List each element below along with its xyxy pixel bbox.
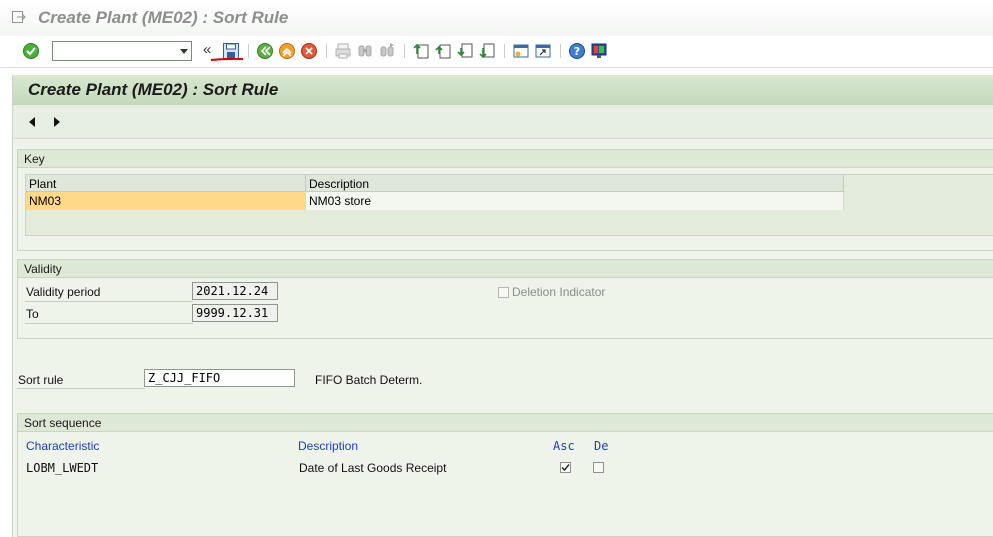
last-page-icon[interactable] [478, 42, 496, 60]
enter-icon[interactable] [22, 42, 40, 60]
key-group: Key Plant Description NM03 NM03 store [17, 149, 993, 251]
create-session-icon[interactable] [512, 42, 530, 60]
screen-title: Create Plant (ME02) : Sort Rule [28, 80, 279, 99]
exit-icon[interactable] [278, 42, 296, 60]
column-header-characteristic[interactable]: Characteristic [26, 439, 99, 453]
save-annotation-underline [210, 58, 244, 61]
toolbar-separator [560, 44, 561, 58]
description-cell[interactable]: NM03 store [306, 192, 844, 210]
toolbar-separator [404, 44, 405, 58]
chevron-down-icon[interactable] [180, 49, 188, 54]
validity-group-header: Validity [18, 260, 993, 278]
asc-checkbox[interactable] [560, 462, 571, 473]
cancel-icon[interactable] [300, 42, 318, 60]
find-icon[interactable] [356, 42, 374, 60]
screen-header: Create Plant (ME02) : Sort Rule [13, 75, 993, 105]
sort-rule-label: Sort rule [18, 373, 64, 387]
validity-period-label: Validity period [26, 285, 101, 299]
sort-sequence-group: Sort sequence Characteristic Description… [17, 413, 993, 537]
validity-group-title: Validity [24, 262, 62, 276]
column-header-description[interactable]: Description [298, 439, 358, 453]
sort-sequence-group-header: Sort sequence [18, 414, 993, 432]
navigation-row [13, 105, 993, 139]
plant-cell[interactable]: NM03 [26, 192, 306, 210]
column-header-desc[interactable]: De [594, 439, 608, 453]
column-header-asc[interactable]: Asc [553, 439, 575, 453]
back-icon[interactable] [256, 42, 274, 60]
characteristic-value[interactable]: LOBM_LWEDT [26, 461, 98, 475]
label-underline [17, 388, 145, 389]
standard-toolbar: « ? [0, 36, 993, 68]
label-underline [25, 301, 193, 302]
characteristic-description: Date of Last Goods Receipt [299, 461, 447, 475]
deletion-indicator-label: Deletion Indicator [512, 285, 606, 299]
command-field[interactable] [52, 41, 192, 61]
collapse-chevron[interactable]: « [203, 41, 211, 58]
print-icon[interactable] [334, 42, 352, 60]
validity-period-field[interactable]: 2021.12.24 [192, 282, 278, 300]
checkmark-icon [561, 464, 570, 472]
toolbar-separator [248, 44, 249, 58]
column-header-description[interactable]: Description [306, 175, 844, 192]
nav-prev-icon[interactable] [29, 117, 35, 127]
sort-rule-field[interactable]: Z_CJJ_FIFO [144, 369, 295, 387]
validity-to-field[interactable]: 9999.12.31 [192, 304, 278, 322]
find-next-icon[interactable] [378, 42, 396, 60]
shortcut-icon[interactable] [534, 42, 552, 60]
page-icon [12, 11, 26, 23]
first-page-icon[interactable] [412, 42, 430, 60]
validity-to-label: To [26, 307, 39, 321]
window-title: Create Plant (ME02) : Sort Rule [38, 8, 289, 27]
svg-text:?: ? [574, 45, 580, 58]
label-underline [25, 323, 193, 324]
sort-rule-description: FIFO Batch Determ. [315, 373, 423, 387]
layout-menu-icon[interactable] [590, 42, 608, 60]
column-header-plant[interactable]: Plant [26, 175, 306, 192]
toolbar-separator [326, 44, 327, 58]
key-table: Plant Description NM03 NM03 store [25, 174, 993, 236]
help-icon[interactable]: ? [568, 42, 586, 60]
validity-group: Validity Validity period 2021.12.24 To 9… [17, 259, 993, 339]
next-page-icon[interactable] [456, 42, 474, 60]
nav-next-icon[interactable] [54, 117, 60, 127]
key-group-title: Key [24, 152, 45, 166]
toolbar-separator [504, 44, 505, 58]
previous-page-icon[interactable] [434, 42, 452, 60]
desc-checkbox[interactable] [593, 462, 604, 473]
title-bar: Create Plant (ME02) : Sort Rule [0, 0, 993, 37]
key-group-header: Key [18, 150, 993, 168]
sort-sequence-group-title: Sort sequence [24, 416, 102, 430]
main-panel: Create Plant (ME02) : Sort Rule Key Plan… [12, 75, 993, 537]
deletion-indicator-checkbox[interactable] [498, 287, 509, 298]
